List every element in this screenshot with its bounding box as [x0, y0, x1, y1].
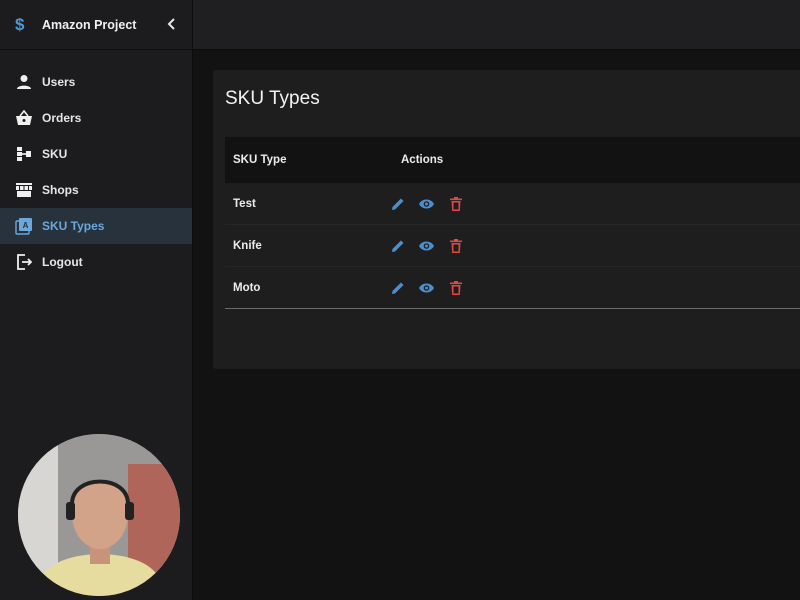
- table-row: Test: [225, 183, 800, 225]
- delete-icon[interactable]: [447, 279, 464, 296]
- row-actions: [389, 279, 464, 296]
- sku-type-cell: Test: [233, 197, 256, 210]
- sku-type-cell: Moto: [233, 281, 261, 294]
- row-actions: [389, 237, 464, 254]
- sidebar-item-users[interactable]: Users: [0, 64, 192, 100]
- edit-icon[interactable]: [389, 279, 406, 296]
- delete-icon[interactable]: [447, 195, 464, 212]
- store-icon: [14, 181, 34, 199]
- collapse-sidebar-icon[interactable]: [167, 17, 177, 33]
- webcam-avatar: [18, 434, 180, 596]
- sku-types-card: SKU Types SKU Type Actions Test Knife Mo…: [213, 70, 800, 369]
- sidebar-item-label: Orders: [42, 111, 82, 125]
- view-icon[interactable]: [418, 237, 435, 254]
- view-icon[interactable]: [418, 279, 435, 296]
- sidebar-item-sku[interactable]: SKU: [0, 136, 192, 172]
- main-content: SKU Types SKU Type Actions Test Knife Mo…: [193, 50, 800, 600]
- brand-header: $ Amazon Project: [0, 0, 192, 50]
- sidebar: $ Amazon Project Users Orders SKU Shops …: [0, 0, 193, 600]
- sidebar-item-logout[interactable]: Logout: [0, 244, 192, 280]
- view-icon[interactable]: [418, 195, 435, 212]
- table-row: Moto: [225, 267, 800, 309]
- photo-library-icon: A: [14, 217, 34, 235]
- sidebar-item-label: SKU: [42, 147, 68, 161]
- row-actions: [389, 195, 464, 212]
- table-row: Knife: [225, 225, 800, 267]
- svg-text:A: A: [23, 221, 29, 230]
- sidebar-item-orders[interactable]: Orders: [0, 100, 192, 136]
- delete-icon[interactable]: [447, 237, 464, 254]
- dollar-icon: $: [15, 14, 25, 34]
- sidebar-item-label: Users: [42, 75, 76, 89]
- sku-types-table: SKU Type Actions Test Knife Moto: [225, 137, 800, 309]
- sidebar-item-shops[interactable]: Shops: [0, 172, 192, 208]
- sidebar-item-label: SKU Types: [42, 219, 105, 233]
- sidebar-item-label: Shops: [42, 183, 79, 197]
- sidebar-item-label: Logout: [42, 255, 83, 269]
- column-header-sku-type[interactable]: SKU Type: [225, 154, 401, 166]
- sku-type-cell: Knife: [233, 239, 262, 252]
- basket-icon: [14, 109, 34, 127]
- sidebar-nav: Users Orders SKU Shops A SKU Types Logou…: [0, 64, 192, 280]
- edit-icon[interactable]: [389, 195, 406, 212]
- sidebar-item-sku-types[interactable]: A SKU Types: [0, 208, 192, 244]
- edit-icon[interactable]: [389, 237, 406, 254]
- table-header: SKU Type Actions: [225, 137, 800, 183]
- user-icon: [14, 73, 34, 91]
- column-header-actions: Actions: [401, 154, 444, 166]
- page-title: SKU Types: [225, 88, 320, 109]
- logout-icon: [14, 253, 34, 271]
- top-bar: [193, 0, 800, 50]
- sku-tree-icon: [14, 145, 34, 163]
- app-title: Amazon Project: [42, 17, 137, 32]
